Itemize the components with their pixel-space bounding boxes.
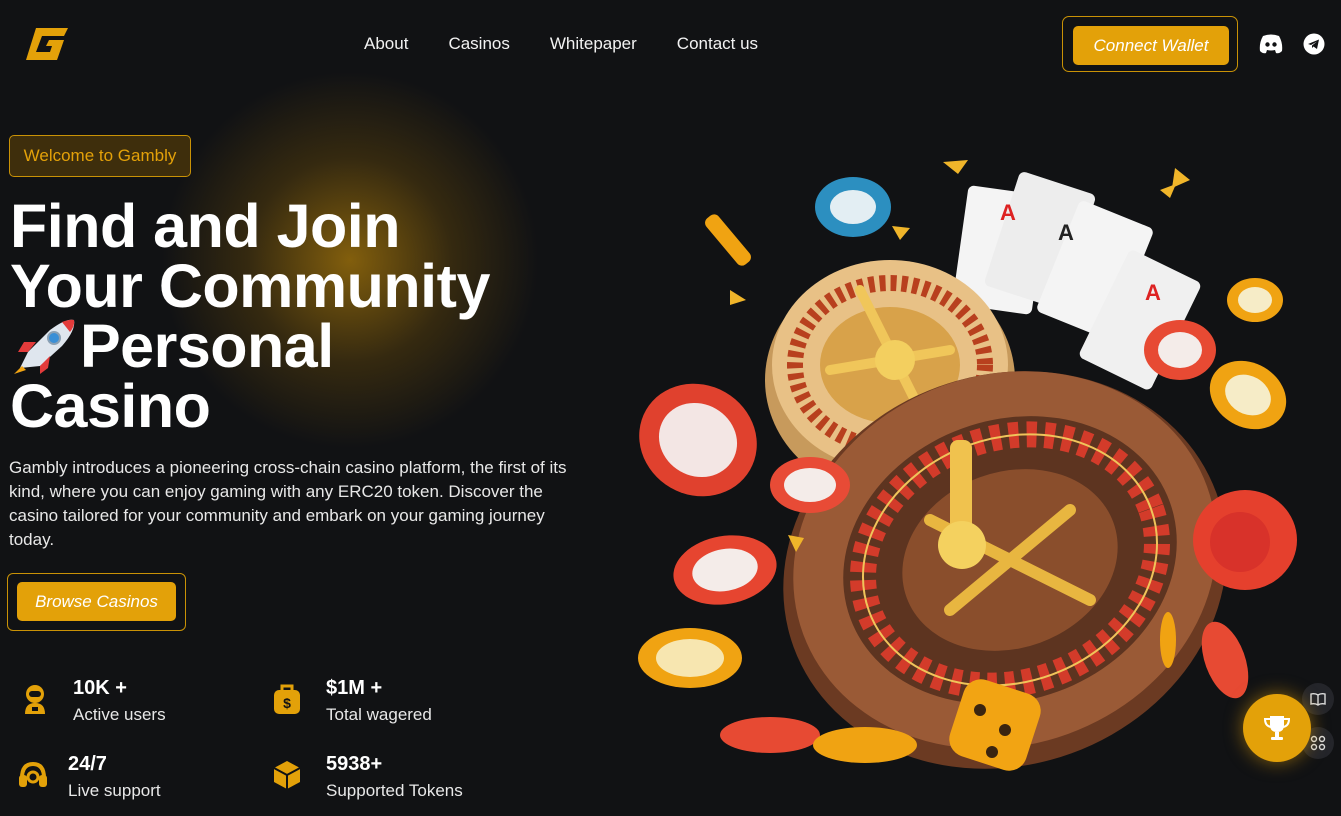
main-nav: About Casinos Whitepaper Contact us <box>364 34 758 54</box>
book-icon <box>1310 692 1326 706</box>
svg-text:A: A <box>1058 220 1074 245</box>
headline-line-4: Casino <box>10 372 211 440</box>
telegram-icon[interactable] <box>1303 33 1325 55</box>
stat-live-support: 24/7 Live support <box>68 753 161 801</box>
stat-value: $1M + <box>326 677 383 699</box>
stat-value: 10K + <box>73 677 127 699</box>
svg-text:A: A <box>1000 200 1016 225</box>
stat-value: 5938+ <box>326 753 383 775</box>
book-button[interactable] <box>1302 683 1334 715</box>
headset-icon <box>19 761 47 787</box>
stat-label: Total wagered <box>326 705 432 724</box>
nav-whitepaper[interactable]: Whitepaper <box>550 34 637 54</box>
browse-casinos-button[interactable]: Browse Casinos <box>17 582 176 621</box>
headline-line-2: Your Community <box>10 252 490 320</box>
roulette-casino-illustration: A A A <box>638 160 1297 771</box>
rocket-icon <box>14 319 75 374</box>
astronaut-icon <box>25 685 45 714</box>
trophy-button[interactable] <box>1243 694 1311 762</box>
stat-label: Supported Tokens <box>326 781 463 800</box>
svg-text:$: $ <box>283 695 291 711</box>
connect-wallet-button[interactable]: Connect Wallet <box>1073 26 1229 65</box>
stat-active-users: 10K + Active users <box>73 677 166 725</box>
stat-total-wagered: $1M + Total wagered <box>326 677 432 725</box>
nav-contact-us[interactable]: Contact us <box>677 34 758 54</box>
headline-line-1: Find and Join <box>10 192 400 260</box>
welcome-badge: Welcome to Gambly <box>9 135 191 177</box>
stat-label: Live support <box>68 781 161 800</box>
headline-line-3: Personal <box>10 316 590 377</box>
token-cube-icon <box>273 761 301 789</box>
svg-text:A: A <box>1145 280 1161 305</box>
apps-grid-icon <box>1310 735 1326 751</box>
nav-about[interactable]: About <box>364 34 408 54</box>
trophy-icon <box>1263 716 1291 740</box>
money-bag-icon: $ <box>274 684 300 714</box>
g-logo-icon[interactable] <box>22 24 72 64</box>
nav-casinos[interactable]: Casinos <box>448 34 509 54</box>
stat-supported-tokens: 5938+ Supported Tokens <box>326 753 463 801</box>
stat-value: 24/7 <box>68 753 107 775</box>
hero-description: Gambly introduces a pioneering cross-cha… <box>9 458 567 549</box>
page-title: Find and Join Your Community Personal Ca… <box>10 192 590 440</box>
discord-icon[interactable] <box>1258 33 1284 55</box>
stat-label: Active users <box>73 705 166 724</box>
